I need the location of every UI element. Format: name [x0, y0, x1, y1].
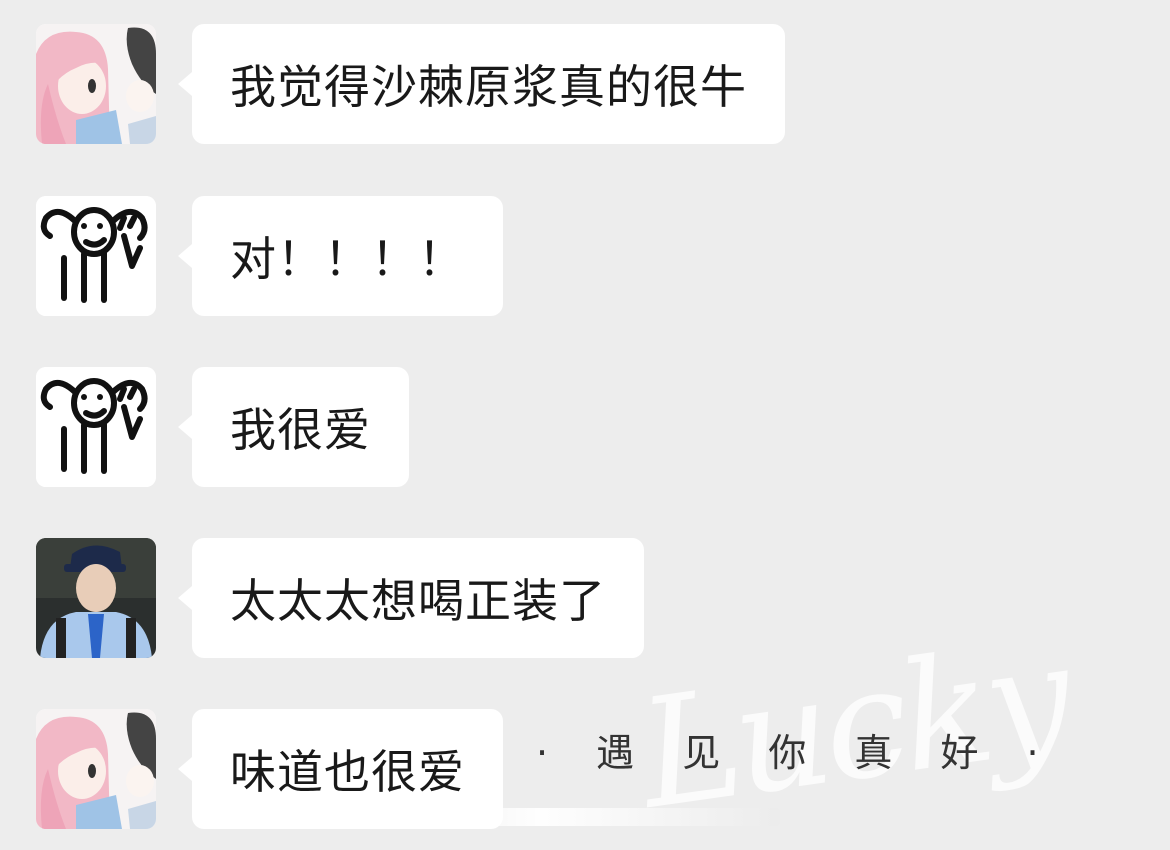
message-bubble[interactable]: 太太太想喝正装了: [178, 538, 644, 658]
anime-girl-avatar[interactable]: [36, 709, 156, 829]
message-bubble[interactable]: 我觉得沙棘原浆真的很牛: [178, 24, 785, 144]
message-row: 我很爱: [36, 367, 409, 487]
stick-figure-avatar[interactable]: [36, 196, 156, 316]
message-bubble[interactable]: 对！！！！: [178, 196, 503, 316]
message-row: 我觉得沙棘原浆真的很牛: [36, 24, 785, 144]
watermark-underline: [380, 808, 780, 826]
message-row: 对！！！！: [36, 196, 503, 316]
stick-figure-avatar[interactable]: [36, 367, 156, 487]
anime-girl-avatar[interactable]: [36, 24, 156, 144]
message-row: 太太太想喝正装了: [36, 538, 644, 658]
message-bubble[interactable]: 我很爱: [178, 367, 409, 487]
watermark-caption: · 遇 见 你 真 好 ·: [536, 731, 1057, 775]
boy-photo-avatar[interactable]: [36, 538, 156, 658]
